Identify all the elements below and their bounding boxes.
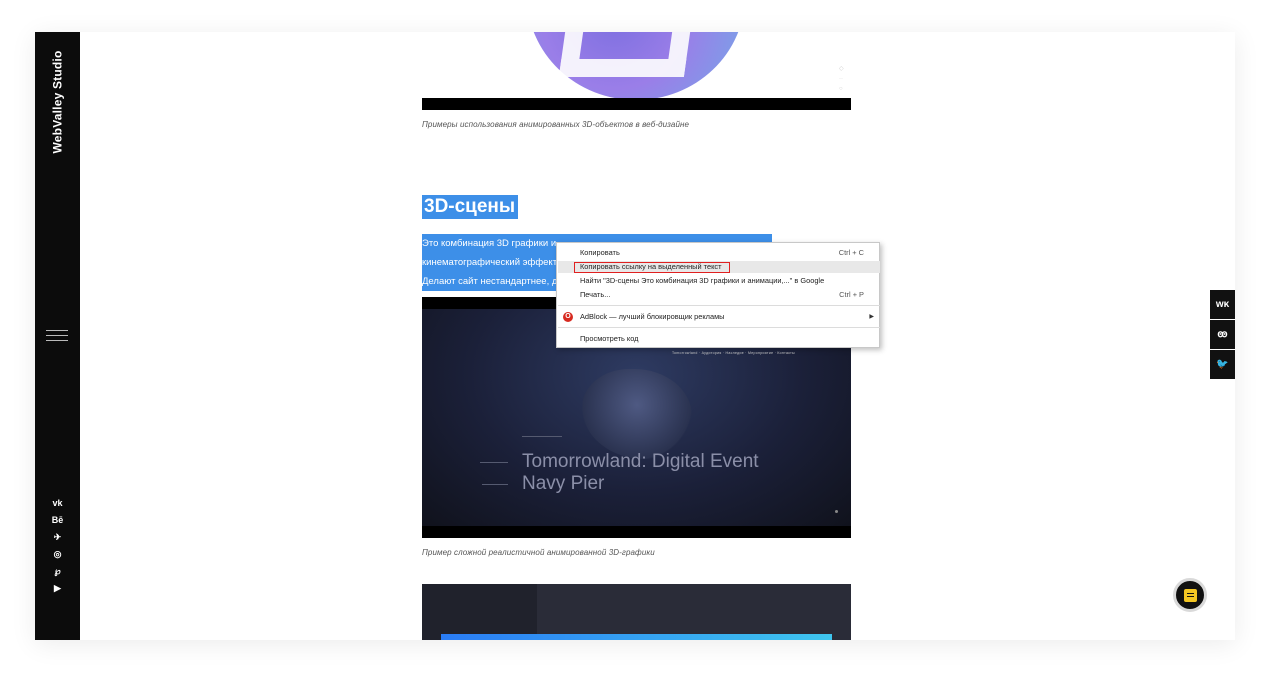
hero-dots-decoration: ◇ ·· ○ — [839, 66, 844, 92]
page-frame: WebValley Studio vk Bē ✈ ◎ ℘ ▶ ◇ ·· ○ Прим… — [35, 32, 1235, 640]
menu-item-label: Печать... — [580, 290, 611, 299]
video-line — [522, 436, 562, 437]
menu-icon[interactable] — [46, 330, 68, 342]
adblock-icon: O — [563, 312, 573, 322]
menu-separator — [558, 327, 880, 328]
next-image-preview — [422, 584, 851, 640]
video-title-line: Navy Pier — [522, 473, 605, 494]
hero-image-bottom-bar — [422, 98, 851, 110]
youtube-icon[interactable]: ▶ — [48, 580, 68, 597]
video-line — [480, 462, 508, 463]
section-heading: 3D-сцены — [422, 195, 519, 219]
next-image-gradient-bar — [441, 634, 832, 640]
menu-item-inspect[interactable]: Просмотреть код — [558, 333, 880, 345]
menu-item-adblock[interactable]: O AdBlock — лучший блокировщик рекламы ▶ — [558, 311, 880, 323]
menu-item-copy[interactable]: Копировать Ctrl + C — [558, 247, 880, 259]
note-icon — [1183, 588, 1197, 602]
menu-item-copy-link[interactable]: Копировать ссылку на выделенный текст — [558, 261, 880, 273]
context-menu: Копировать Ctrl + C Копировать ссылку на… — [556, 242, 880, 348]
video-creature-image — [582, 369, 692, 459]
video-site-nav: Tomorrowland · Аудитория · Наследие · Ме… — [672, 351, 795, 355]
caption-video: Пример сложной реалистичной анимированно… — [422, 548, 655, 557]
vk-icon[interactable]: vk — [48, 495, 68, 512]
behance-icon[interactable]: Bē — [48, 512, 68, 529]
sidebar-social-links: vk Bē ✈ ◎ ℘ ▶ — [35, 495, 80, 597]
left-sidebar: WebValley Studio vk Bē ✈ ◎ ℘ ▶ — [35, 32, 80, 640]
next-image-side-panel — [422, 584, 537, 640]
menu-item-shortcut: Ctrl + C — [838, 248, 864, 257]
menu-item-shortcut: Ctrl + P — [839, 290, 864, 299]
floating-note-button[interactable] — [1173, 578, 1207, 612]
menu-separator — [558, 305, 880, 306]
submenu-arrow-icon: ▶ — [869, 314, 874, 320]
pinterest-icon[interactable]: ℘ — [48, 563, 68, 580]
whatsapp-icon[interactable]: ◎ — [48, 546, 68, 563]
share-vk-icon[interactable]: ᴡᴋ — [1210, 290, 1235, 319]
brand-name[interactable]: WebValley Studio — [50, 50, 64, 153]
menu-item-label: Найти "3D-сцены Это комбинация 3D график… — [580, 276, 825, 285]
video-title: Tomorrowland: Digital Event Navy Pier — [522, 451, 759, 495]
menu-item-label: Просмотреть код — [580, 334, 639, 343]
share-bar: ᴡᴋ ꙭ 🐦 — [1210, 290, 1235, 380]
video-line — [482, 484, 508, 485]
menu-item-print[interactable]: Печать... Ctrl + P — [558, 289, 880, 301]
brand-logo[interactable]: WebValley Studio — [43, 46, 71, 158]
caption-top: Примеры использования анимированных 3D-о… — [422, 120, 690, 129]
telegram-icon[interactable]: ✈ — [48, 529, 68, 546]
video-title-line: Tomorrowland: Digital Event — [522, 451, 759, 472]
hero-3d-shape — [558, 32, 691, 77]
share-twitter-icon[interactable]: 🐦 — [1210, 350, 1235, 379]
menu-item-search-google[interactable]: Найти "3D-сцены Это комбинация 3D график… — [558, 275, 880, 287]
menu-item-label: AdBlock — лучший блокировщик рекламы — [580, 312, 725, 321]
video-dot — [835, 510, 838, 513]
menu-item-label: Копировать ссылку на выделенный текст — [580, 262, 722, 271]
menu-item-label: Копировать — [580, 248, 620, 257]
share-ok-icon[interactable]: ꙭ — [1210, 320, 1235, 349]
